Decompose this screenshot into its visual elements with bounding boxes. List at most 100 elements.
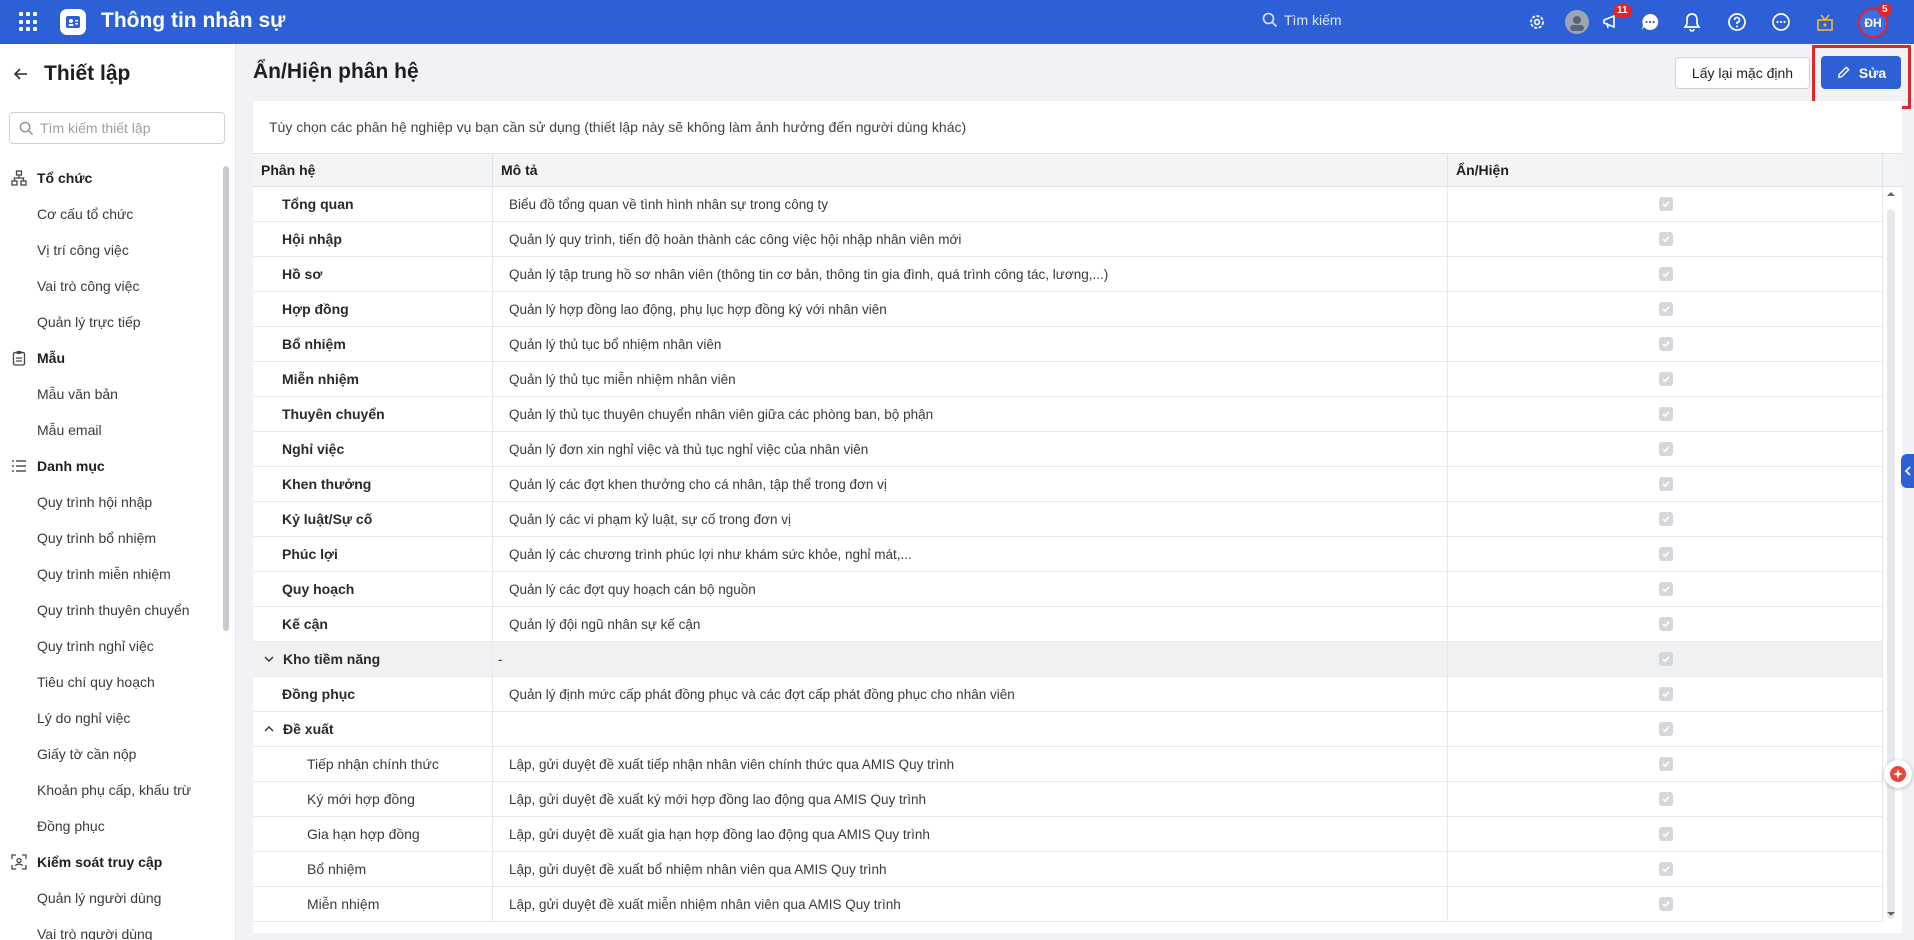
sidebar-item[interactable]: Tiêu chí quy hoạch — [0, 664, 222, 700]
sidebar-group-3[interactable]: Kiểm soát truy cập — [0, 844, 222, 880]
sidebar-scrollbar[interactable] — [223, 166, 229, 631]
sidebar-item[interactable]: Quản lý trực tiếp — [0, 304, 222, 340]
sidebar-item[interactable]: Quy trình hội nhập — [0, 484, 222, 520]
visibility-checkbox[interactable] — [1659, 477, 1673, 491]
clipboard-icon — [11, 350, 27, 366]
table-row: Hội nhập Quản lý quy trình, tiến độ hoàn … — [253, 222, 1883, 257]
module-name-cell[interactable]: Đề xuất — [253, 712, 493, 746]
sidebar-group-0[interactable]: Tổ chức — [0, 160, 222, 196]
scroll-down-arrow-icon[interactable] — [1885, 909, 1897, 919]
module-name: Kế cận — [282, 616, 328, 632]
visibility-cell — [1448, 432, 1883, 466]
sidebar-item[interactable]: Quản lý người dùng — [0, 880, 222, 916]
visibility-cell — [1448, 537, 1883, 571]
sidebar-item[interactable]: Cơ cấu tổ chức — [0, 196, 222, 232]
sidebar-item[interactable]: Khoản phụ cấp, khấu trừ — [0, 772, 222, 808]
module-description: Quản lý định mức cấp phát đồng phục và c… — [493, 677, 1448, 711]
visibility-checkbox[interactable] — [1659, 547, 1673, 561]
table-row: Tổng quan Biểu đồ tổng quan về tình hình … — [253, 187, 1883, 222]
table-row: Đồng phục Quản lý định mức cấp phát đồng … — [253, 677, 1883, 712]
visibility-checkbox[interactable] — [1659, 722, 1673, 736]
more-options-icon[interactable] — [1769, 10, 1793, 34]
sidebar-item[interactable]: Quy trình bổ nhiệm — [0, 520, 222, 556]
visibility-checkbox[interactable] — [1659, 792, 1673, 806]
module-name-cell: Thuyên chuyển — [253, 397, 493, 431]
user-initials: ĐH — [1864, 16, 1882, 30]
sidebar-item[interactable]: Vai trò công việc — [0, 268, 222, 304]
reset-default-button[interactable]: Lấy lại mặc định — [1675, 57, 1810, 89]
module-name-cell[interactable]: Kho tiềm năng — [253, 642, 493, 676]
settings-sidebar: Thiết lập Tổ chức Cơ cấu tổ chứcVị trí cô… — [0, 44, 236, 940]
visibility-cell — [1448, 747, 1883, 781]
visibility-checkbox[interactable] — [1659, 407, 1673, 421]
floating-assistant-button[interactable] — [1884, 760, 1912, 788]
modules-table: Phân hệ Mô tả Ẩn/Hiện Tổng quan Biểu đồ t… — [253, 153, 1902, 922]
visibility-cell — [1448, 222, 1883, 256]
help-icon[interactable] — [1725, 10, 1749, 34]
visibility-checkbox[interactable] — [1659, 582, 1673, 596]
chevron-down-icon[interactable] — [263, 653, 275, 665]
module-name: Bổ nhiệm — [307, 861, 367, 877]
visibility-checkbox[interactable] — [1659, 862, 1673, 876]
sidebar-group-label: Danh mục — [37, 458, 105, 474]
visibility-checkbox[interactable] — [1659, 897, 1673, 911]
visibility-cell — [1448, 782, 1883, 816]
table-scrollbar[interactable] — [1887, 209, 1895, 919]
profile-photo-icon[interactable] — [1565, 10, 1589, 34]
visibility-checkbox[interactable] — [1659, 267, 1673, 281]
visibility-checkbox[interactable] — [1659, 232, 1673, 246]
settings-search-field[interactable] — [9, 112, 225, 144]
visibility-checkbox[interactable] — [1659, 372, 1673, 386]
visibility-checkbox[interactable] — [1659, 652, 1673, 666]
sidebar-item[interactable]: Vai trò người dùng — [0, 916, 222, 940]
visibility-checkbox[interactable] — [1659, 687, 1673, 701]
visibility-checkbox[interactable] — [1659, 442, 1673, 456]
module-name: Miễn nhiệm — [282, 371, 360, 387]
module-description: Quản lý đội ngũ nhân sự kế cận — [493, 607, 1448, 641]
search-icon — [19, 121, 34, 135]
visibility-checkbox[interactable] — [1659, 302, 1673, 316]
sidebar-item[interactable]: Lý do nghỉ việc — [0, 700, 222, 736]
edit-button[interactable]: Sửa — [1821, 56, 1901, 89]
chat-icon[interactable] — [1638, 10, 1662, 34]
settings-search-input[interactable] — [40, 120, 220, 136]
back-arrow-icon[interactable] — [12, 65, 30, 83]
sidebar-item[interactable]: Mẫu email — [0, 412, 222, 448]
sidebar-item[interactable]: Vị trí công việc — [0, 232, 222, 268]
chevron-up-icon[interactable] — [263, 723, 275, 735]
module-name-cell: Phúc lợi — [253, 537, 493, 571]
visibility-checkbox[interactable] — [1659, 827, 1673, 841]
visibility-checkbox[interactable] — [1659, 757, 1673, 771]
megaphone-icon[interactable]: 11 — [1600, 4, 1632, 34]
table-row: Kế cận Quản lý đội ngũ nhân sự kế cận — [253, 607, 1883, 642]
module-name-cell: Miễn nhiệm — [253, 362, 493, 396]
collapse-panel-tab[interactable] — [1901, 454, 1914, 488]
apps-grid-icon[interactable] — [19, 12, 39, 32]
module-name-cell: Miễn nhiệm — [253, 887, 493, 921]
sidebar-item[interactable]: Giấy tờ cần nộp — [0, 736, 222, 772]
visibility-checkbox[interactable] — [1659, 337, 1673, 351]
module-description: Lập, gửi duyệt đề xuất miễn nhiệm nhân v… — [493, 887, 1448, 921]
visibility-checkbox[interactable] — [1659, 512, 1673, 526]
module-name-cell: Quy hoạch — [253, 572, 493, 606]
module-description: Quản lý đơn xin nghỉ việc và thủ tục ngh… — [493, 432, 1448, 466]
scroll-up-arrow-icon[interactable] — [1885, 189, 1897, 199]
gift-box-icon[interactable] — [1813, 10, 1837, 34]
sidebar-item[interactable]: Mẫu văn bản — [0, 376, 222, 412]
global-search[interactable]: Tìm kiếm — [1262, 12, 1342, 28]
visibility-checkbox[interactable] — [1659, 197, 1673, 211]
visibility-checkbox[interactable] — [1659, 617, 1673, 631]
announcements-badge: 11 — [1613, 4, 1632, 18]
sidebar-item[interactable]: Quy trình miễn nhiệm — [0, 556, 222, 592]
sidebar-group-1[interactable]: Mẫu — [0, 340, 222, 376]
sidebar-item[interactable]: Đồng phục — [0, 808, 222, 844]
table-row: Bổ nhiệm Lập, gửi duyệt đề xuất bổ nhiệm … — [253, 852, 1883, 887]
user-avatar[interactable]: ĐH 5 — [1858, 3, 1892, 38]
sidebar-item[interactable]: Quy trình thuyên chuyển — [0, 592, 222, 628]
sidebar-group-2[interactable]: Danh mục — [0, 448, 222, 484]
bell-icon[interactable] — [1680, 10, 1704, 34]
table-body: Tổng quan Biểu đồ tổng quan về tình hình … — [253, 187, 1902, 922]
settings-gear-icon[interactable] — [1525, 10, 1549, 34]
module-description — [493, 712, 1448, 746]
sidebar-item[interactable]: Quy trình nghỉ việc — [0, 628, 222, 664]
